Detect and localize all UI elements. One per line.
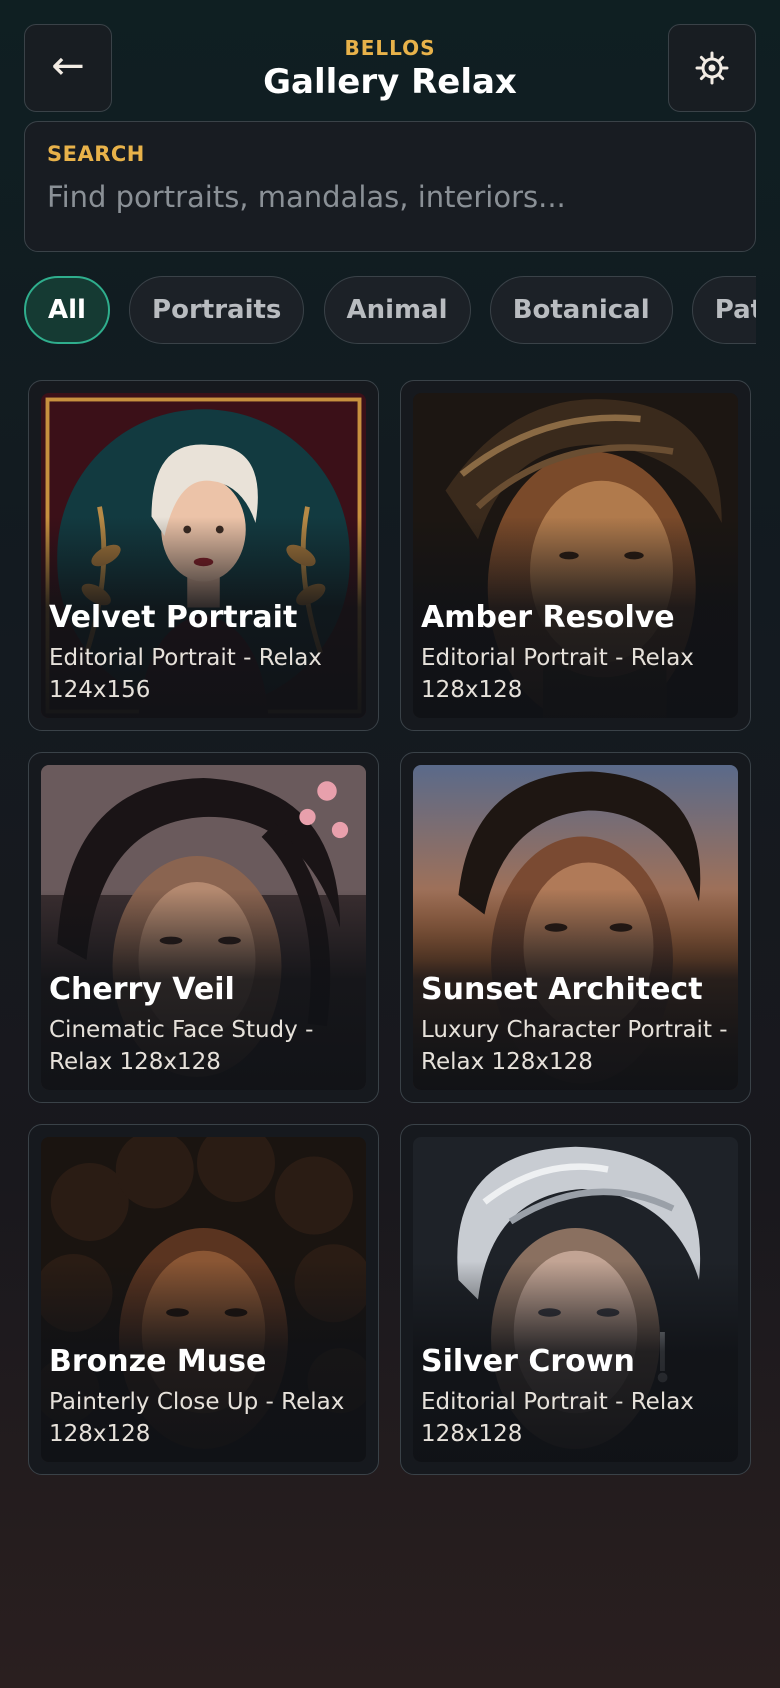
card-subtitle: Editorial Portrait - Relax 128x128 <box>421 645 694 703</box>
gallery-card[interactable]: Silver Crown Editorial Portrait - Relax … <box>400 1124 751 1475</box>
gallery-grid: Velvet Portrait Editorial Portrait - Rel… <box>28 380 752 1475</box>
title-block: BELLOS Gallery Relax <box>124 36 656 102</box>
card-title: Silver Crown <box>421 1344 635 1379</box>
filter-chip-patterns[interactable]: Patterns <box>691 276 756 344</box>
card-thumbnail: Silver Crown Editorial Portrait - Relax … <box>413 1137 738 1462</box>
card-subtitle: Luxury Character Portrait - Relax 128x12… <box>421 1017 728 1075</box>
gear-icon <box>695 51 729 85</box>
filter-chips: All Portraits Animal Botanical Patterns <box>24 276 756 346</box>
card-thumbnail: Bronze Muse Painterly Close Up - Relax 1… <box>41 1137 366 1462</box>
filter-chip-portraits[interactable]: Portraits <box>129 276 305 344</box>
search-label: SEARCH <box>47 142 145 166</box>
page-title: Gallery Relax <box>263 62 517 102</box>
card-text: Velvet Portrait Editorial Portrait - Rel… <box>49 600 358 706</box>
gallery-card[interactable]: Sunset Architect Luxury Character Portra… <box>400 752 751 1103</box>
card-title: Cherry Veil <box>49 972 235 1007</box>
card-thumbnail: Amber Resolve Editorial Portrait - Relax… <box>413 393 738 718</box>
filter-chip-botanical[interactable]: Botanical <box>489 276 673 344</box>
card-thumbnail: Velvet Portrait Editorial Portrait - Rel… <box>41 393 366 718</box>
header: ← BELLOS Gallery Relax <box>24 24 756 112</box>
brand-label: BELLOS <box>344 36 436 60</box>
card-text: Silver Crown Editorial Portrait - Relax … <box>421 1344 730 1450</box>
card-title: Amber Resolve <box>421 600 675 635</box>
card-title: Bronze Muse <box>49 1344 267 1379</box>
back-button[interactable]: ← <box>24 24 112 112</box>
arrow-left-icon: ← <box>51 43 85 89</box>
card-subtitle: Editorial Portrait - Relax 124x156 <box>49 645 322 703</box>
card-title: Velvet Portrait <box>49 600 298 635</box>
card-thumbnail: Cherry Veil Cinematic Face Study - Relax… <box>41 765 366 1090</box>
settings-button[interactable] <box>668 24 756 112</box>
card-text: Cherry Veil Cinematic Face Study - Relax… <box>49 972 358 1078</box>
gallery-card[interactable]: Velvet Portrait Editorial Portrait - Rel… <box>28 380 379 731</box>
search-box[interactable]: SEARCH <box>24 121 756 252</box>
gallery-card[interactable]: Bronze Muse Painterly Close Up - Relax 1… <box>28 1124 379 1475</box>
card-text: Sunset Architect Luxury Character Portra… <box>421 972 730 1078</box>
card-text: Bronze Muse Painterly Close Up - Relax 1… <box>49 1344 358 1450</box>
search-input[interactable] <box>47 180 733 214</box>
filter-chip-all[interactable]: All <box>24 276 110 344</box>
filter-chip-animal[interactable]: Animal <box>323 276 471 344</box>
card-thumbnail: Sunset Architect Luxury Character Portra… <box>413 765 738 1090</box>
card-subtitle: Editorial Portrait - Relax 128x128 <box>421 1389 694 1447</box>
card-text: Amber Resolve Editorial Portrait - Relax… <box>421 600 730 706</box>
card-subtitle: Cinematic Face Study - Relax 128x128 <box>49 1017 314 1075</box>
gallery-card[interactable]: Amber Resolve Editorial Portrait - Relax… <box>400 380 751 731</box>
card-title: Sunset Architect <box>421 972 703 1007</box>
card-subtitle: Painterly Close Up - Relax 128x128 <box>49 1389 345 1447</box>
gallery-card[interactable]: Cherry Veil Cinematic Face Study - Relax… <box>28 752 379 1103</box>
